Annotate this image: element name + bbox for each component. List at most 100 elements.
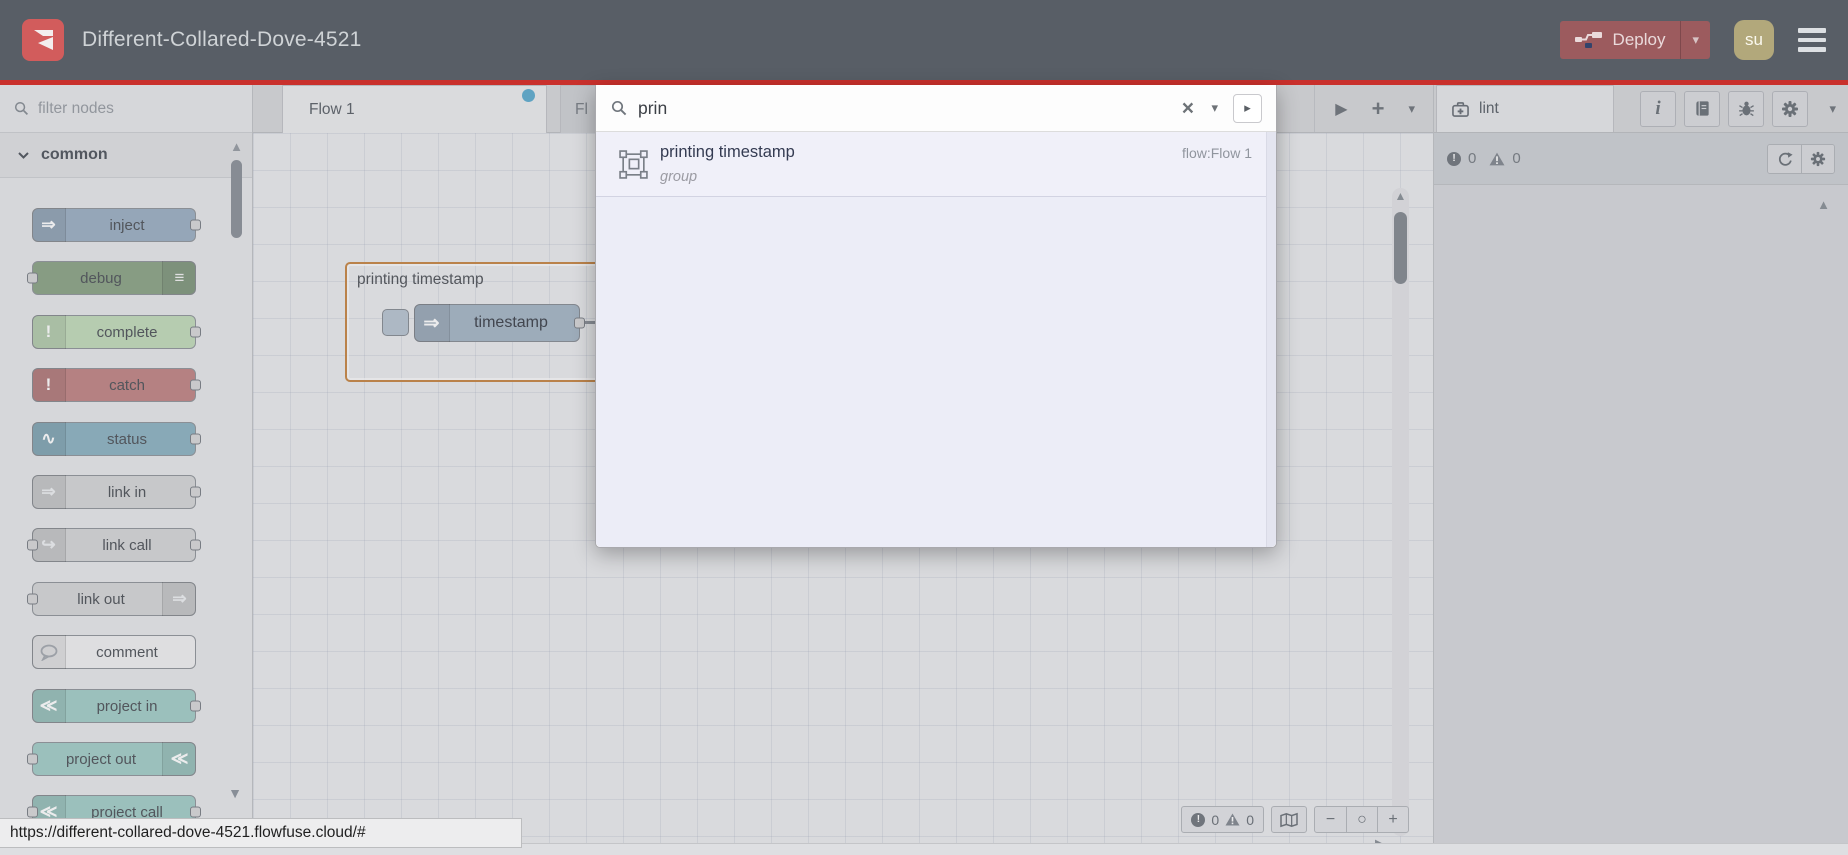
- palette-scrollbar[interactable]: ▲: [229, 140, 244, 238]
- palette-node-label: link out: [77, 590, 125, 608]
- minimap-button[interactable]: [1271, 806, 1307, 833]
- link-out-icon: ⇒: [162, 582, 196, 616]
- output-port[interactable]: [190, 219, 201, 231]
- link-in-icon: ⇒: [32, 475, 66, 509]
- complete-icon: !: [32, 315, 66, 349]
- warning-count: 0: [1246, 811, 1254, 828]
- tab-label: Flow 1: [309, 100, 355, 118]
- inject-icon: ⇒: [32, 208, 66, 242]
- inject-node-timestamp[interactable]: ⇒ timestamp: [414, 304, 585, 342]
- deploy-options-button[interactable]: ▾: [1680, 21, 1710, 59]
- scroll-up-icon[interactable]: ▲: [229, 140, 244, 154]
- palette-node-project-out[interactable]: ≪ project out: [27, 742, 196, 776]
- palette-node-label: comment: [96, 643, 158, 661]
- info-button[interactable]: i: [1640, 90, 1676, 127]
- search-result-row[interactable]: printing timestamp flow:Flow 1 group: [596, 132, 1276, 197]
- scroll-up-icon[interactable]: ▲: [1392, 188, 1409, 204]
- palette-node-label: link in: [107, 483, 147, 501]
- output-port[interactable]: [190, 326, 201, 338]
- palette-scroll-down-icon[interactable]: ▼: [228, 785, 242, 801]
- canvas-notifications-button[interactable]: ! 0 0: [1181, 806, 1264, 833]
- project-in-icon: ≪: [32, 689, 66, 723]
- palette-node-link-call[interactable]: ↪ link call: [27, 528, 201, 562]
- instance-title: Different-Collared-Dove-4521: [82, 28, 362, 51]
- palette-node-catch[interactable]: ! catch: [32, 368, 201, 402]
- output-port[interactable]: [190, 433, 201, 445]
- palette-filter-input[interactable]: filter nodes: [0, 85, 252, 133]
- map-icon: [1280, 812, 1298, 827]
- palette-node-label: project out: [65, 750, 137, 768]
- output-port[interactable]: [190, 486, 201, 498]
- chevron-down-icon: ▾: [1692, 32, 1699, 47]
- warning-icon: [1489, 152, 1505, 165]
- main-menu-button[interactable]: [1798, 28, 1826, 52]
- book-icon: [1695, 101, 1709, 116]
- palette-node-status[interactable]: ∿ status: [32, 422, 201, 456]
- scrollbar-thumb[interactable]: [1394, 212, 1407, 284]
- output-port[interactable]: [190, 539, 201, 551]
- result-type: group: [660, 169, 698, 185]
- group-icon: [619, 150, 648, 179]
- avatar-initials: su: [1745, 30, 1763, 49]
- palette-category-common[interactable]: common: [0, 133, 252, 178]
- results-scrollbar-track[interactable]: [1266, 132, 1276, 547]
- node-label: timestamp: [474, 314, 548, 331]
- tab-flow-1[interactable]: Flow 1: [282, 85, 547, 133]
- modified-dot: [522, 89, 535, 102]
- panel-scroll-up-icon[interactable]: ▲: [1817, 197, 1830, 212]
- tab-scroll-right-icon[interactable]: ▶: [1335, 99, 1347, 119]
- node-group[interactable]: printing timestamp ⇒ timestamp: [345, 262, 600, 382]
- refresh-button[interactable]: [1768, 144, 1801, 173]
- flow-list-dropdown[interactable]: ▾: [1408, 101, 1415, 117]
- palette-node-label: complete: [96, 323, 158, 341]
- output-port[interactable]: [190, 700, 201, 712]
- palette-node-comment[interactable]: comment: [32, 635, 196, 669]
- search-options-dropdown[interactable]: ▾: [1211, 100, 1218, 116]
- user-avatar[interactable]: su: [1734, 20, 1774, 60]
- bug-icon: [1738, 101, 1754, 117]
- palette-node-inject[interactable]: ⇒ inject: [32, 208, 201, 242]
- output-port[interactable]: [190, 806, 201, 818]
- palette-node-label: link call: [102, 536, 152, 554]
- clear-search-icon[interactable]: ×: [1182, 98, 1194, 119]
- input-port[interactable]: [27, 539, 38, 551]
- palette-node-label: catch: [109, 376, 145, 394]
- sidebar-options-dropdown[interactable]: ▾: [1829, 101, 1836, 117]
- lint-medkit-icon: [1452, 101, 1469, 117]
- palette-node-complete[interactable]: ! complete: [32, 315, 201, 349]
- inject-trigger-button[interactable]: [382, 309, 409, 336]
- info-icon: i: [1655, 97, 1661, 119]
- deploy-button[interactable]: Deploy ▾: [1559, 21, 1710, 59]
- search-icon: [611, 100, 627, 116]
- search-icon: [14, 101, 29, 116]
- comment-icon: [32, 635, 66, 669]
- zoom-out-button[interactable]: −: [1315, 807, 1346, 832]
- search-input[interactable]: prin × ▾ ▸: [596, 85, 1276, 132]
- header: Different-Collared-Dove-4521 Deploy ▾ su: [0, 0, 1848, 80]
- palette-node-link-in[interactable]: ⇒ link in: [32, 475, 201, 509]
- canvas-footer: ! 0 0 − ○ +: [1181, 806, 1409, 833]
- config-nodes-button[interactable]: [1772, 90, 1808, 127]
- input-port[interactable]: [27, 753, 38, 765]
- zoom-reset-button[interactable]: ○: [1346, 807, 1377, 832]
- add-flow-button[interactable]: +: [1372, 96, 1385, 122]
- lint-settings-button[interactable]: [1801, 144, 1834, 173]
- scrollbar-thumb[interactable]: [231, 160, 242, 238]
- output-port[interactable]: [190, 379, 201, 391]
- sidebar-buttons: i: [1640, 90, 1808, 127]
- canvas-vertical-scrollbar[interactable]: ▲: [1392, 188, 1409, 836]
- search-expand-button[interactable]: ▸: [1233, 93, 1262, 123]
- debug-button[interactable]: [1728, 90, 1764, 127]
- scroll-right-icon[interactable]: ▶: [1375, 835, 1385, 843]
- output-port[interactable]: [574, 317, 585, 329]
- palette-node-project-in[interactable]: ≪ project in: [32, 689, 201, 723]
- zoom-in-button[interactable]: +: [1377, 807, 1408, 832]
- input-port[interactable]: [27, 806, 38, 818]
- palette-node-link-out[interactable]: ⇒ link out: [27, 582, 196, 616]
- palette-node-debug[interactable]: ≡ debug: [27, 261, 196, 295]
- input-port[interactable]: [27, 272, 38, 284]
- sidebar-tab-lint[interactable]: lint: [1436, 85, 1614, 132]
- warning-icon: [1225, 813, 1240, 826]
- input-port[interactable]: [27, 593, 38, 605]
- help-button[interactable]: [1684, 90, 1720, 127]
